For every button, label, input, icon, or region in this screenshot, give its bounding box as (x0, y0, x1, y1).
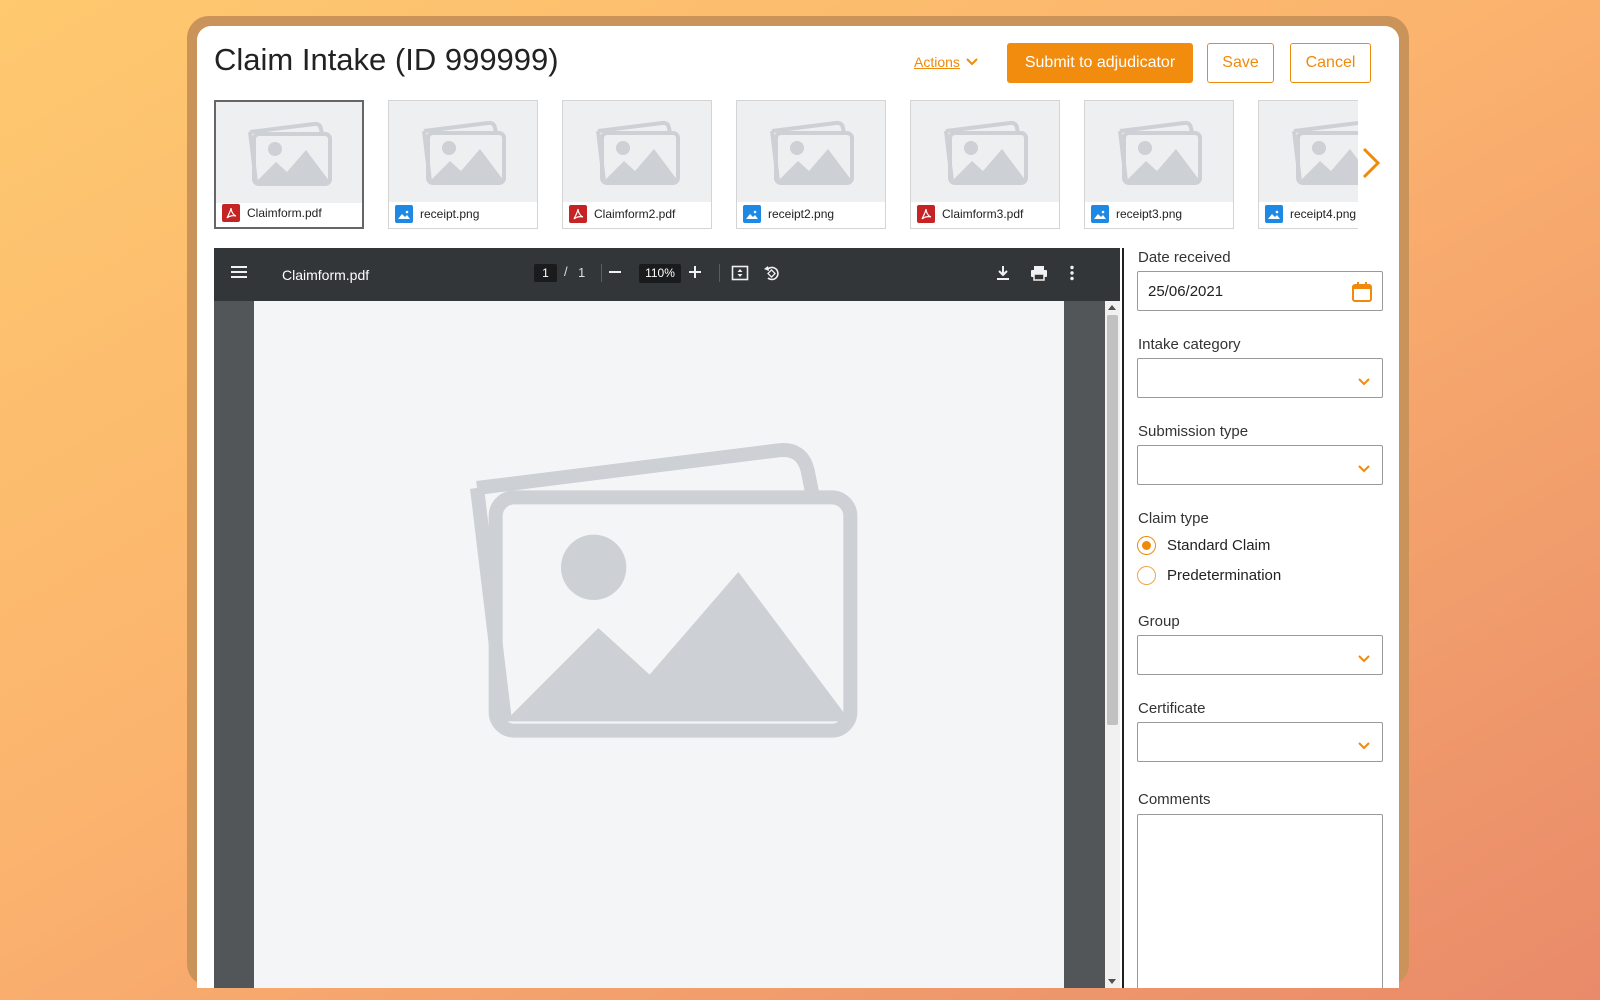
image-placeholder-icon (737, 101, 885, 202)
thumbnail-claimform2-pdf[interactable]: Claimform2.pdf (562, 100, 712, 229)
comments-textarea[interactable] (1137, 814, 1383, 988)
chevron-down-icon (1358, 650, 1370, 668)
scroll-down-arrow[interactable] (1108, 979, 1116, 984)
chevron-down-icon (966, 58, 978, 66)
panel-divider (1122, 248, 1124, 988)
thumbnail-caption: Claimform2.pdf (569, 205, 675, 223)
pdf-file-icon (917, 205, 935, 223)
image-file-icon (743, 205, 761, 223)
thumbnail-receipt3-png[interactable]: receipt3.png (1084, 100, 1234, 229)
image-file-icon (395, 205, 413, 223)
rotate-icon[interactable] (763, 264, 781, 285)
thumbnail-caption: receipt2.png (743, 205, 834, 223)
pdf-file-icon (569, 205, 587, 223)
thumbnail-receipt4-png[interactable]: receipt4.png (1258, 100, 1358, 229)
intake-category-select[interactable] (1137, 358, 1383, 398)
fit-page-icon[interactable] (731, 264, 749, 285)
thumbnail-filename: Claimform2.pdf (594, 207, 676, 221)
submission-type-select[interactable] (1137, 445, 1383, 485)
viewer-scrollbar[interactable] (1105, 301, 1120, 988)
image-placeholder-icon (470, 443, 858, 738)
claim-type-label: Claim type (1138, 510, 1209, 527)
group-label: Group (1138, 613, 1180, 630)
thumbnail-claimform-pdf[interactable]: Claimform.pdf (214, 100, 364, 229)
more-options-icon[interactable] (1069, 265, 1075, 284)
scrollbar-thumb[interactable] (1107, 315, 1118, 725)
download-icon[interactable] (996, 265, 1010, 284)
thumbnail-filename: receipt3.png (1116, 207, 1183, 221)
pdf-file-icon (222, 204, 240, 222)
submit-to-adjudicator-button[interactable]: Submit to adjudicator (1007, 43, 1193, 83)
viewer-filename: Claimform.pdf (282, 267, 370, 283)
image-file-icon (1265, 205, 1283, 223)
print-icon[interactable] (1030, 265, 1048, 284)
date-received-label: Date received (1138, 249, 1231, 266)
toolbar-divider (601, 264, 602, 282)
radio-checked-icon (1137, 536, 1156, 555)
intake-category-label: Intake category (1138, 336, 1241, 353)
page-title: Claim Intake (ID 999999) (214, 42, 559, 77)
image-placeholder-icon (1259, 101, 1358, 202)
certificate-select[interactable] (1137, 722, 1383, 762)
page-separator: / (564, 264, 568, 279)
page-total: 1 (578, 265, 586, 280)
image-placeholder-icon (911, 101, 1059, 202)
date-received-value: 25/06/2021 (1148, 283, 1224, 300)
radio-predetermination[interactable]: Predetermination (1137, 566, 1281, 585)
app-frame: Claim Intake (ID 999999) Actions Submit … (187, 16, 1409, 988)
actions-label: Actions (914, 54, 960, 70)
thumbnail-caption: receipt3.png (1091, 205, 1182, 223)
thumbnail-caption: Claimform3.pdf (917, 205, 1023, 223)
pdf-page (254, 301, 1064, 988)
pdf-viewer: Claimform.pdf 1 / 1 110% (214, 248, 1120, 988)
submission-type-label: Submission type (1138, 423, 1249, 440)
image-placeholder-icon (389, 101, 537, 202)
chevron-right-icon (1362, 147, 1381, 179)
image-placeholder-icon (1085, 101, 1233, 202)
radio-standard-claim[interactable]: Standard Claim (1137, 536, 1270, 555)
thumbnail-caption: receipt.png (395, 205, 479, 223)
thumbnail-filename: receipt.png (420, 207, 480, 221)
image-placeholder-icon (563, 101, 711, 202)
scroll-up-arrow[interactable] (1108, 305, 1116, 310)
thumbnail-claimform3-pdf[interactable]: Claimform3.pdf (910, 100, 1060, 229)
zoom-level-input[interactable]: 110% (639, 264, 681, 283)
thumbnail-filename: receipt4.png (1290, 207, 1357, 221)
claim-intake-window: Claim Intake (ID 999999) Actions Submit … (197, 26, 1399, 988)
thumbnail-caption: Claimform.pdf (222, 204, 322, 222)
radio-unchecked-icon (1137, 566, 1156, 585)
toolbar-divider (719, 264, 720, 282)
radio-label: Predetermination (1167, 567, 1282, 584)
certificate-label: Certificate (1138, 700, 1206, 717)
zoom-out-icon[interactable] (608, 265, 622, 282)
image-placeholder-icon (216, 102, 362, 203)
thumbnail-filename: receipt2.png (768, 207, 835, 221)
thumbnails-next-button[interactable] (1361, 146, 1381, 185)
calendar-icon[interactable] (1351, 281, 1373, 308)
radio-label: Standard Claim (1167, 537, 1271, 554)
thumbnail-filename: Claimform.pdf (247, 206, 322, 220)
menu-icon[interactable] (231, 265, 247, 282)
save-button[interactable]: Save (1207, 43, 1274, 83)
actions-menu-button[interactable]: Actions (914, 54, 978, 70)
chevron-down-icon (1358, 460, 1370, 478)
thumbnail-receipt2-png[interactable]: receipt2.png (736, 100, 886, 229)
date-received-field[interactable]: 25/06/2021 (1137, 271, 1383, 311)
image-file-icon (1091, 205, 1109, 223)
chevron-down-icon (1358, 737, 1370, 755)
thumbnail-caption: receipt4.png (1265, 205, 1356, 223)
group-select[interactable] (1137, 635, 1383, 675)
pdf-viewer-toolbar: Claimform.pdf 1 / 1 110% (214, 248, 1120, 301)
comments-label: Comments (1138, 791, 1211, 808)
chevron-down-icon (1358, 373, 1370, 391)
document-thumbnail-strip: Claimform.pdf receipt.png Claimform2.pdf… (214, 99, 1358, 229)
zoom-in-icon[interactable] (688, 265, 702, 282)
thumbnail-filename: Claimform3.pdf (942, 207, 1024, 221)
cancel-button[interactable]: Cancel (1290, 43, 1371, 83)
page-number-input[interactable]: 1 (534, 264, 557, 282)
thumbnail-receipt-png[interactable]: receipt.png (388, 100, 538, 229)
